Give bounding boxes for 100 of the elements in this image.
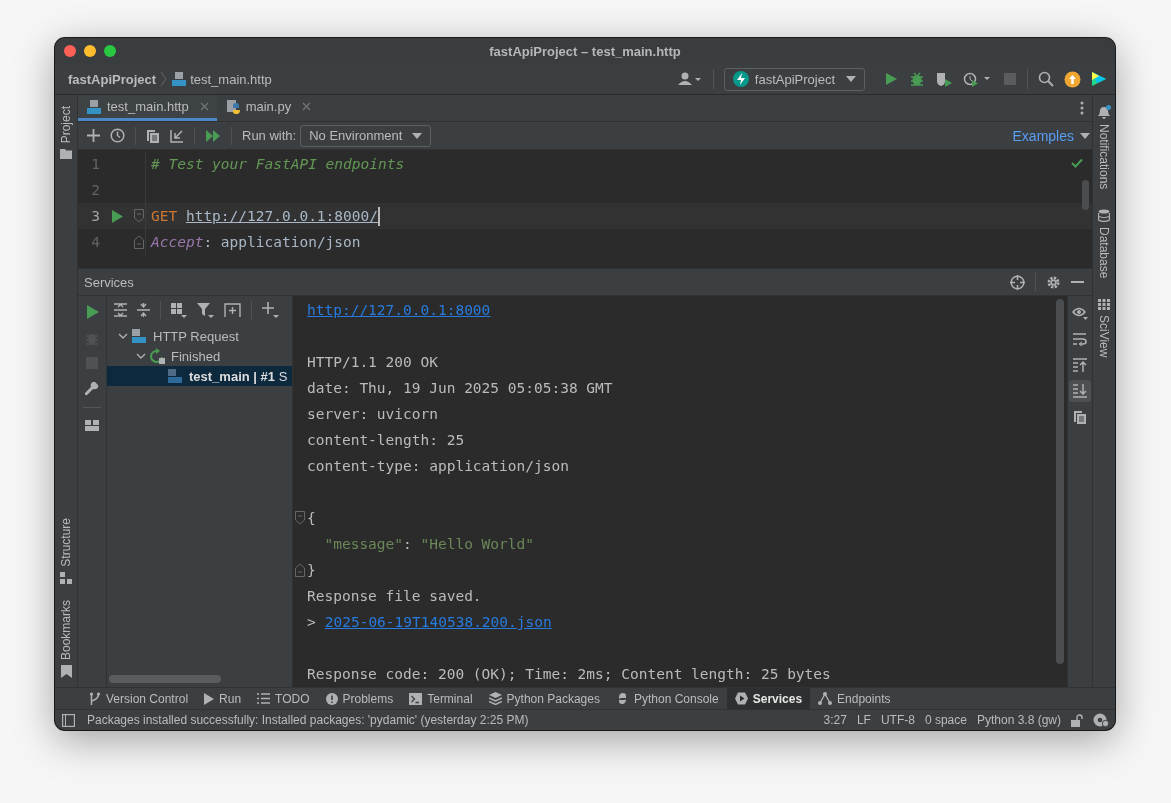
run-request-icon[interactable] [111,209,123,223]
import-icon[interactable] [170,128,184,143]
group-icon[interactable] [171,302,187,318]
wrench-icon[interactable] [85,381,99,395]
refresh-icon [149,348,165,364]
tool-window-button[interactable]: SciView [1097,295,1111,361]
status-item[interactable]: Python 3.8 (gw) [976,713,1061,727]
line-number: 4 [90,234,100,250]
run-configuration-dropdown[interactable]: fastApiProject [723,67,865,91]
tool-tab[interactable]: Services [726,688,811,709]
tool-tab[interactable]: Python Packages [480,688,608,709]
debug-icon[interactable] [909,71,925,87]
grid-icon [1098,298,1110,310]
tree-item[interactable]: HTTP Request [107,326,292,346]
text-cursor [378,206,380,226]
add-icon[interactable] [262,302,279,318]
tool-tab[interactable]: Run [196,688,250,709]
filter-icon[interactable] [197,302,214,318]
scrollbar-thumb[interactable] [1082,180,1089,210]
output-link[interactable]: http://127.0.0.1:8000 [307,302,491,318]
chevron-icon[interactable] [118,331,128,341]
tool-window-button[interactable]: Bookmarks [59,596,73,681]
tool-tab[interactable]: Python Console [607,688,727,709]
tool-tab[interactable]: Terminal [401,688,481,709]
fold-icon[interactable] [134,235,144,249]
file-icon [86,98,102,115]
examples-dropdown[interactable]: Examples [1012,127,1092,144]
caret-icon [1080,132,1090,139]
output-line: Response file saved. [307,588,482,604]
crosshair-icon[interactable] [1010,274,1025,290]
editor-tab[interactable]: main.py [216,95,320,121]
status-item[interactable]: 3:27 [823,713,847,727]
status-item[interactable]: LF [856,713,871,727]
update-icon[interactable] [1064,70,1081,88]
expand-all-icon[interactable] [114,303,127,317]
lock-icon[interactable] [1071,713,1083,727]
add-icon[interactable] [87,129,100,142]
history-icon[interactable] [110,128,125,143]
environment-dropdown[interactable]: No Environment [300,124,432,147]
fold-icon[interactable] [295,563,305,577]
add-frame-icon[interactable] [224,302,241,318]
status-message[interactable]: Packages installed successfully: Installed packages: 'pydamic' (yesterday 2:25 PM) [87,713,529,727]
code-text: Accept: application/json [149,234,361,250]
output-line: { [307,510,316,526]
user-icon[interactable] [676,71,703,87]
run-icon[interactable] [883,71,899,87]
minimize-window-button[interactable] [84,45,96,57]
layout-icon[interactable] [85,420,99,431]
search-icon[interactable] [1038,71,1054,87]
warning-icon [325,692,338,705]
checkmark-icon [1071,158,1083,168]
output-text: > [307,614,316,630]
status-item[interactable]: 0 space [924,713,967,727]
coverage-icon[interactable] [935,71,953,87]
run-icon[interactable] [85,305,99,319]
profile-icon[interactable] [963,71,993,87]
tool-window-button[interactable]: Database [1097,206,1111,282]
tool-window-button[interactable]: Structure [59,515,73,587]
line-number: 2 [90,182,100,198]
structure-icon [60,571,72,584]
more-options-icon[interactable] [1080,101,1084,115]
output-line: } [307,562,316,578]
code-text: # Test your FastAPI endpoints [150,156,405,172]
breadcrumb-item[interactable]: fastApiProject [68,71,157,87]
scrollbar-thumb[interactable] [1056,299,1064,664]
scrollbar-thumb[interactable] [109,675,221,683]
tree-item[interactable]: Finished [107,346,292,366]
file-icon [131,328,147,344]
toolbox-logo-icon[interactable] [1091,71,1107,87]
status-item[interactable]: UTF-8 [880,713,915,727]
endpoints-icon [818,692,833,705]
scroll-down-icon[interactable] [1069,380,1091,402]
chevron-icon [160,71,168,87]
run-with-label: Run with: [242,128,297,143]
run-all-icon[interactable] [205,128,221,143]
tool-window-button[interactable]: Project [59,103,73,163]
panel-toggle-icon[interactable] [62,713,75,727]
close-window-button[interactable] [64,45,76,57]
tool-tab[interactable]: TODO [249,688,318,709]
settings-icon[interactable] [1046,274,1061,290]
breadcrumb-item[interactable]: test_main.http [171,71,272,87]
fold-icon[interactable] [295,511,305,525]
tool-tab[interactable]: Endpoints [810,688,899,709]
copy-icon[interactable] [146,128,160,143]
tool-tab[interactable]: Version Control [81,688,197,709]
collapse-all-icon[interactable] [137,303,150,317]
line-number: 1 [90,156,100,172]
tool-window-button[interactable]: Notifications [1097,102,1111,193]
tool-tab[interactable]: Problems [317,688,402,709]
zoom-window-button[interactable] [104,45,116,57]
database-icon [1098,209,1110,223]
branch-icon [89,692,101,705]
output-link[interactable]: 2025-06-19T140538.200.json [324,614,552,630]
chevron-icon[interactable] [136,351,146,361]
tree-label: Finished [171,348,221,364]
run-icon [204,692,215,705]
tree-item[interactable]: test_main | #1 S [107,366,292,386]
layers-icon [488,692,502,705]
file-icon [167,368,183,384]
window-title: fastApiProject – test_main.http [489,43,681,59]
